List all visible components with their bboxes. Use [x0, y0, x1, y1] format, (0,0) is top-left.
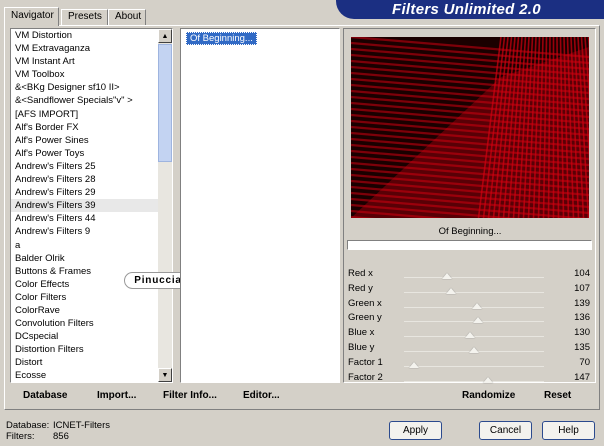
slider-label: Red x [348, 268, 373, 279]
reset-button[interactable]: Reset [544, 390, 571, 401]
category-item[interactable]: &<BKg Designer sf10 II> [11, 81, 159, 94]
status-filters-value: 856 [53, 431, 69, 442]
help-button[interactable]: Help [542, 421, 595, 440]
slider-row: Red x 104 [346, 267, 594, 282]
slider-track[interactable] [404, 277, 544, 278]
category-item[interactable]: VM Instant Art [11, 55, 159, 68]
randomize-button[interactable]: Randomize [462, 390, 515, 401]
tab-presets[interactable]: Presets [61, 9, 108, 25]
slider-value: 139 [574, 297, 590, 309]
category-item[interactable]: Andrew's Filters 44 [11, 212, 159, 225]
slider-value: 107 [574, 282, 590, 294]
category-item[interactable]: DCspecial [11, 330, 159, 343]
slider-thumb[interactable] [472, 302, 482, 309]
slider-value: 147 [574, 371, 590, 383]
progress-bar [347, 240, 592, 250]
slider-track[interactable] [404, 380, 544, 382]
category-item[interactable]: VM Extravaganza [11, 42, 159, 55]
slider-label: Green x [348, 297, 382, 309]
category-item[interactable]: Andrew's Filters 29 [11, 186, 159, 199]
category-item[interactable]: Balder Olrik [11, 252, 159, 265]
status-filters-label: Filters: [6, 431, 35, 442]
preview-pattern [351, 37, 589, 218]
slider-value: 135 [574, 342, 590, 353]
filter-item-of-beginning[interactable]: Of Beginning... [186, 32, 257, 45]
status-database-value: ICNET-Filters [53, 420, 110, 431]
slider-thumb[interactable] [469, 347, 479, 353]
category-item[interactable]: Color Filters [11, 291, 159, 304]
tab-navigator[interactable]: Navigator [4, 7, 59, 26]
slider-label: Blue x [348, 327, 375, 339]
category-item[interactable]: &<Sandflower Specials"v" > [11, 94, 159, 107]
filter-list[interactable]: Of Beginning... [180, 28, 340, 383]
selected-filter-name: Of Beginning... [438, 226, 502, 237]
scroll-thumb[interactable] [158, 44, 172, 162]
slider-row: Green y 136 [346, 311, 594, 326]
slider-label: Factor 1 [348, 356, 383, 368]
category-item[interactable]: ColorRave [11, 304, 159, 317]
category-scrollbar[interactable]: ▲ ▼ [158, 29, 172, 382]
slider-row: Factor 2 147 [346, 371, 594, 386]
slider-value: 130 [574, 327, 590, 339]
slider-value: 104 [574, 268, 590, 279]
category-item[interactable]: Alf's Power Toys [11, 147, 159, 160]
slider-value: 70 [579, 356, 590, 368]
tab-about[interactable]: About [108, 9, 146, 25]
slider-row: Factor 1 70 [346, 356, 594, 371]
category-item[interactable]: Andrew's Filters 9 [11, 225, 159, 238]
category-item[interactable]: VM Distortion [11, 29, 159, 42]
scroll-down-button[interactable]: ▼ [158, 368, 172, 382]
scroll-up-button[interactable]: ▲ [158, 29, 172, 43]
slider-track[interactable] [404, 291, 544, 293]
apply-button[interactable]: Apply [389, 421, 442, 440]
editor-button[interactable]: Editor... [243, 390, 280, 401]
slider-thumb[interactable] [483, 376, 493, 383]
category-item[interactable]: Ecosse [11, 369, 159, 382]
slider-label: Factor 2 [348, 371, 383, 383]
category-item[interactable]: Distort [11, 356, 159, 369]
app-title: Filters Unlimited 2.0 [392, 1, 541, 18]
slider-thumb[interactable] [446, 287, 456, 294]
slider-label: Green y [348, 312, 382, 324]
slider-thumb[interactable] [409, 361, 419, 368]
category-item[interactable]: VM Toolbox [11, 68, 159, 81]
slider-row: Red y 107 [346, 282, 594, 297]
slider-row: Blue y 135 [346, 341, 594, 356]
category-item[interactable]: Alf's Border FX [11, 121, 159, 134]
chevron-up-icon: ▲ [161, 32, 169, 40]
import-button[interactable]: Import... [97, 390, 136, 401]
database-button[interactable]: Database [23, 390, 67, 401]
category-list[interactable]: VM Distortion VM Extravaganza VM Instant A… [10, 28, 173, 383]
category-item[interactable]: Distortion Filters [11, 343, 159, 356]
category-item[interactable]: Andrew's Filters 25 [11, 160, 159, 173]
category-item[interactable]: Andrew's Filters 28 [11, 173, 159, 186]
slider-label: Blue y [348, 342, 375, 353]
slider-thumb[interactable] [442, 273, 452, 279]
cancel-button[interactable]: Cancel [479, 421, 532, 440]
category-item[interactable]: [AFS IMPORT] [11, 108, 159, 121]
status-filters: Filters: 856 [6, 431, 69, 442]
filter-info-button[interactable]: Filter Info... [163, 390, 217, 401]
category-item[interactable]: Convolution Filters [11, 317, 159, 330]
slider-label: Red y [348, 282, 373, 294]
category-item[interactable]: Andrew's Filters 39 [11, 199, 159, 213]
filter-preview-image [351, 37, 589, 218]
slider-track[interactable] [404, 365, 544, 367]
status-database: Database: ICNET-Filters [6, 420, 110, 431]
slider-value: 136 [574, 312, 590, 324]
category-items: VM Distortion VM Extravaganza VM Instant A… [11, 29, 159, 382]
status-database-label: Database: [6, 420, 50, 431]
slider-thumb[interactable] [465, 332, 475, 339]
chevron-down-icon: ▼ [161, 371, 169, 379]
category-item[interactable]: Alf's Power Sines [11, 134, 159, 147]
slider-thumb[interactable] [473, 317, 483, 324]
category-item[interactable]: a [11, 239, 159, 252]
slider-row: Blue x 130 [346, 326, 594, 341]
slider-row: Green x 139 [346, 297, 594, 312]
